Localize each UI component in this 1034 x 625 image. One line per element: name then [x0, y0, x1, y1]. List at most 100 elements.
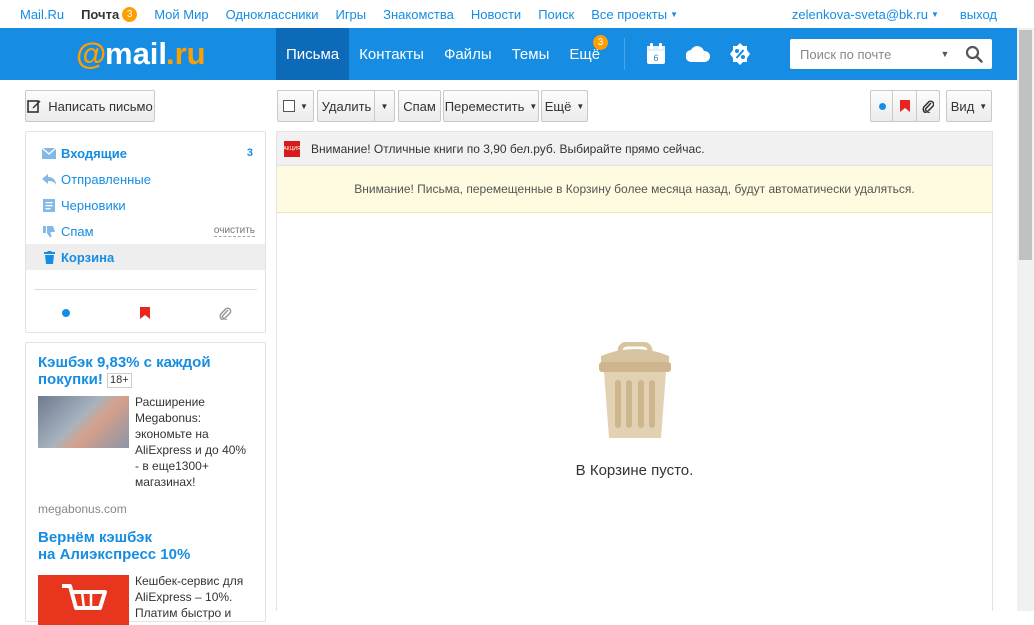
- select-all-checkbox[interactable]: ▼: [277, 90, 314, 122]
- message-area: АКЦИЯ Внимание! Отличные книги по 3,90 б…: [276, 131, 993, 611]
- portal-link-mailru[interactable]: Mail.Ru: [20, 7, 64, 22]
- search-options-dropdown[interactable]: ▼: [934, 49, 956, 59]
- calendar-button[interactable]: 6: [635, 28, 677, 80]
- percent-badge-icon: [730, 43, 751, 65]
- ad-2-body[interactable]: Кешбек-сервис для AliExpress – 10%. Плат…: [38, 573, 253, 625]
- folder-list: Входящие 3 Отправленные Черновики Спам о…: [25, 131, 266, 333]
- portal-user-area: zelenkova-sveta@bk.ru ▼ выход: [771, 0, 997, 28]
- unread-dot-icon: [878, 102, 886, 110]
- spam-label: Спам: [403, 98, 436, 114]
- filter-unread-button[interactable]: [870, 90, 893, 122]
- tab-themes[interactable]: Темы: [502, 28, 560, 80]
- promo-text[interactable]: Внимание! Отличные книги по 3,90 бел.руб…: [311, 142, 705, 156]
- unread-badge: 3: [122, 6, 138, 22]
- search-icon: [965, 45, 983, 63]
- logo-at: @: [76, 37, 106, 71]
- caret-down-icon: ▼: [576, 101, 585, 111]
- tab-files[interactable]: Файлы: [434, 28, 502, 80]
- tab-more[interactable]: Ещё 3: [559, 28, 610, 80]
- view-button[interactable]: Вид ▼: [946, 90, 992, 122]
- compose-icon: [27, 100, 41, 113]
- user-menu[interactable]: zelenkova-sveta@bk.ru ▼: [792, 7, 939, 22]
- portal-link-label: Mail.Ru: [20, 6, 65, 22]
- ad-1-title[interactable]: Кэшбэк 9,83% с каждой покупки! 18+: [38, 354, 253, 388]
- folder-list-spacer: [26, 132, 265, 140]
- portal-link-label: Все проекты: [591, 6, 668, 22]
- portal-link-label: Одноклассники: [225, 6, 319, 22]
- search-button[interactable]: [956, 39, 992, 69]
- portal-link-odnoklassniki[interactable]: Одноклассники: [226, 7, 319, 22]
- delete-button[interactable]: Удалить: [317, 90, 375, 122]
- ad-1-image: [38, 396, 129, 448]
- logout-link[interactable]: выход: [960, 7, 997, 22]
- page-scrollbar[interactable]: [1017, 28, 1034, 611]
- more-label: Ещё: [544, 98, 572, 114]
- ad-1-body[interactable]: Расширение Megabonus: экономьте на AliEx…: [38, 394, 253, 490]
- mailru-logo-mark: @ mail .ru: [76, 37, 206, 71]
- logo-ru: .ru: [166, 37, 206, 71]
- filter-flagged-button[interactable]: [892, 90, 917, 122]
- mailru-logo[interactable]: @ mail .ru: [76, 37, 226, 71]
- mail-header: @ mail .ru Письма Контакты Файлы Темы Ещ…: [0, 28, 1034, 80]
- flag-icon: [140, 307, 151, 319]
- tab-contacts[interactable]: Контакты: [349, 28, 434, 80]
- caret-down-icon: ▼: [930, 9, 939, 19]
- mail-search: ▼: [790, 39, 992, 69]
- ad-2-image: [38, 575, 129, 625]
- trash-notice: Внимание! Письма, перемещенные в Корзину…: [277, 166, 992, 213]
- portal-link-my-world[interactable]: Мой Мир: [154, 7, 208, 22]
- folder-sent[interactable]: Отправленные: [26, 166, 265, 192]
- empty-trash-icon: [598, 342, 671, 438]
- folder-label: Спам: [61, 223, 94, 239]
- ad-1-text: Расширение Megabonus: экономьте на AliEx…: [135, 395, 247, 489]
- shopping-cart-icon: [61, 584, 107, 610]
- calendar-day: 6: [654, 53, 659, 63]
- discounts-button[interactable]: [719, 28, 761, 80]
- quick-filter-attachments[interactable]: [215, 303, 235, 323]
- folder-spam[interactable]: Спам очистить: [26, 218, 265, 244]
- empty-state: В Корзине пусто.: [277, 342, 992, 479]
- trash-icon: [42, 250, 56, 264]
- user-email: zelenkova-sveta@bk.ru: [791, 6, 928, 22]
- caret-down-icon: ▼: [979, 101, 988, 111]
- clear-spam-link[interactable]: очистить: [213, 225, 255, 237]
- portal-link-news[interactable]: Новости: [471, 7, 521, 22]
- folder-inbox[interactable]: Входящие 3: [26, 140, 265, 166]
- filter-attachments-button[interactable]: [916, 90, 940, 122]
- ad-title-line: на Алиэкспресс 10%: [38, 546, 191, 563]
- portal-link-dating[interactable]: Знакомства: [383, 7, 454, 22]
- main-nav: Письма Контакты Файлы Темы Ещё 3 6: [276, 28, 761, 80]
- spam-button[interactable]: Спам: [398, 90, 441, 122]
- quick-filter-flagged[interactable]: [135, 303, 155, 323]
- scrollbar-thumb[interactable]: [1019, 30, 1032, 260]
- more-actions-button[interactable]: Ещё ▼: [541, 90, 588, 122]
- portal-link-mail[interactable]: Почта 3: [81, 6, 138, 22]
- folder-drafts[interactable]: Черновики: [26, 192, 265, 218]
- ad-2-title[interactable]: Вернём кэшбэк на Алиэкспресс 10%: [38, 529, 253, 563]
- move-button[interactable]: Переместить ▼: [443, 90, 539, 122]
- caret-down-icon: ▼: [529, 101, 538, 111]
- portal-link-all-projects[interactable]: Все проекты ▼: [591, 7, 678, 22]
- paperclip-icon: [219, 307, 232, 320]
- promo-banner[interactable]: АКЦИЯ Внимание! Отличные книги по 3,90 б…: [277, 132, 992, 166]
- view-label: Вид: [950, 98, 975, 114]
- quick-filter-unread[interactable]: [56, 303, 76, 323]
- portal-link-label: Новости: [470, 6, 522, 22]
- search-input[interactable]: [790, 40, 934, 68]
- paperclip-icon: [922, 100, 934, 113]
- delete-options-button[interactable]: ▼: [374, 90, 395, 122]
- empty-trash-text: В Корзине пусто.: [575, 462, 694, 479]
- ad-title-line: Вернём кэшбэк: [38, 529, 152, 546]
- cloud-button[interactable]: [677, 28, 719, 80]
- tab-letters[interactable]: Письма: [276, 28, 350, 80]
- tab-label: Письма: [286, 45, 340, 63]
- portal-link-search[interactable]: Поиск: [538, 7, 574, 22]
- folder-trash[interactable]: Корзина: [26, 244, 265, 270]
- nav-divider: [624, 38, 626, 70]
- unread-dot-icon: [61, 309, 70, 317]
- ad-1-source[interactable]: megabonus.com: [38, 502, 253, 516]
- tab-label: Темы: [511, 45, 550, 63]
- compose-button[interactable]: Написать письмо: [25, 90, 155, 122]
- folder-divider: [34, 289, 257, 290]
- portal-link-games[interactable]: Игры: [335, 7, 366, 22]
